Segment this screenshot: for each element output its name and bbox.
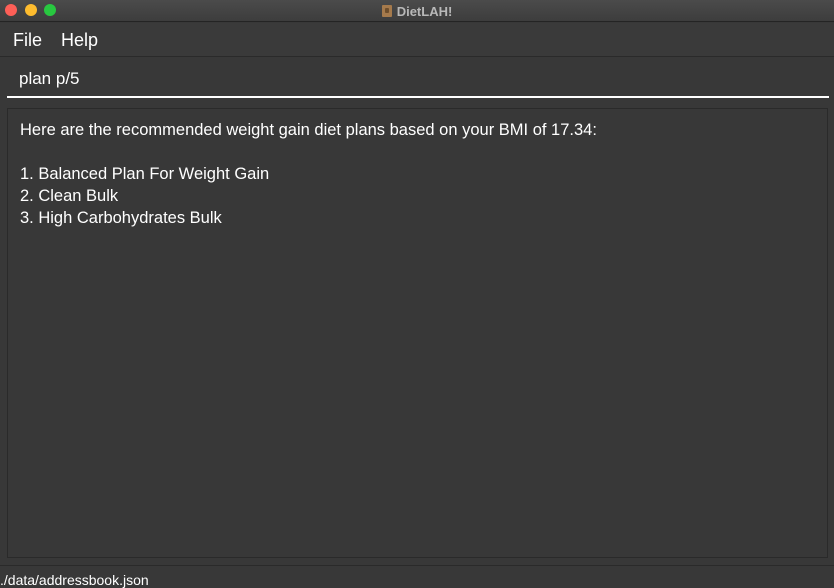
command-input[interactable] <box>19 69 809 89</box>
app-window: DietLAH! File Help Here are the recommen… <box>0 0 834 588</box>
result-line-plan-3: 3. High Carbohydrates Bulk <box>20 209 222 227</box>
command-box <box>7 60 829 98</box>
window-title: DietLAH! <box>396 3 453 19</box>
status-bar: ./data/addressbook.json <box>0 565 834 588</box>
window-title-group: DietLAH! <box>0 0 834 22</box>
result-line-blank <box>20 141 815 163</box>
result-line-plan-1: 1. Balanced Plan For Weight Gain <box>20 165 270 183</box>
title-bar[interactable]: DietLAH! <box>0 0 834 22</box>
result-display[interactable]: Here are the recommended weight gain die… <box>7 108 828 558</box>
result-line-plan-2: 2. Clean Bulk <box>20 187 119 205</box>
result-text: Here are the recommended weight gain die… <box>20 119 815 229</box>
result-line-header: Here are the recommended weight gain die… <box>20 121 597 139</box>
menu-file[interactable]: File <box>13 30 42 51</box>
menu-help[interactable]: Help <box>61 30 98 51</box>
app-icon <box>381 5 392 17</box>
menu-bar: File Help <box>0 23 834 57</box>
status-file-path: ./data/addressbook.json <box>0 572 149 588</box>
